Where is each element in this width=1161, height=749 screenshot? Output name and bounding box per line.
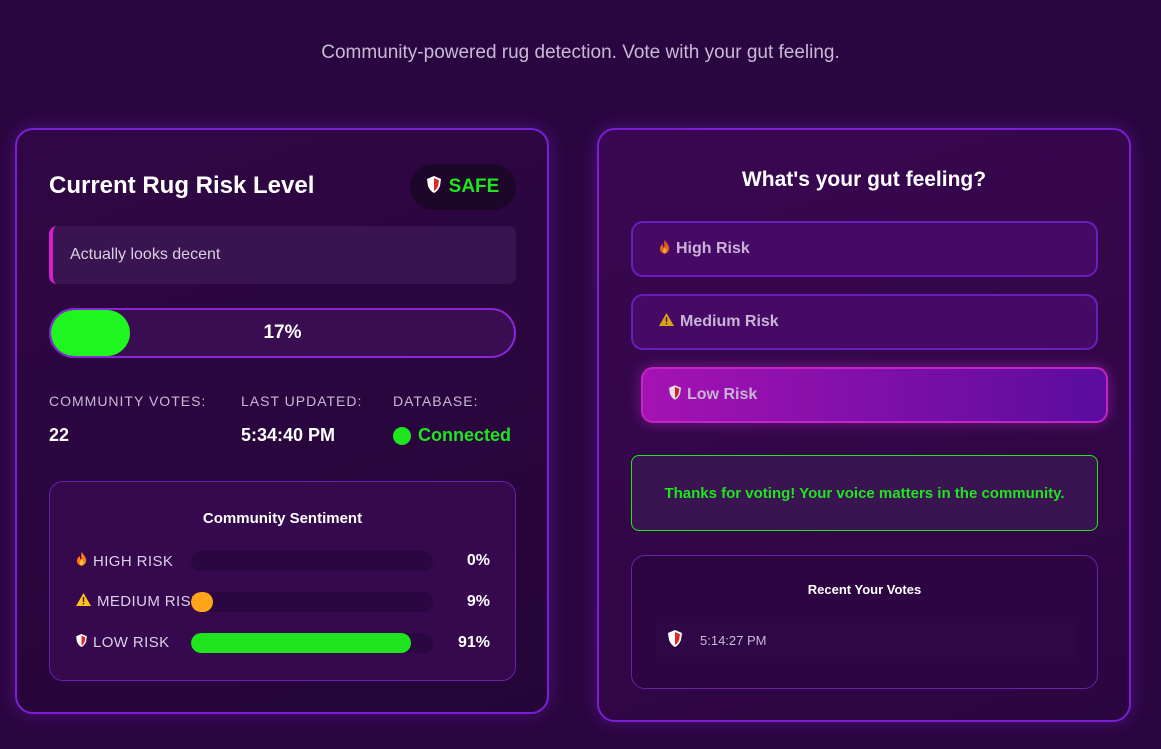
sentiment-row-high: HIGH RISK 0% xyxy=(76,550,496,572)
thanks-message: Thanks for voting! Your voice matters in… xyxy=(631,455,1098,531)
sentiment-percent: 9% xyxy=(466,593,490,610)
fire-icon xyxy=(659,239,670,259)
sentiment-fill xyxy=(191,633,412,653)
sentiment-percent: 0% xyxy=(466,552,490,569)
community-sentiment-panel: Community Sentiment HIGH RISK 0% MEDIUM … xyxy=(49,481,516,681)
vote-title: What's your gut feeling? xyxy=(741,168,987,191)
database-label: DATABASE: xyxy=(393,393,479,409)
warning-icon xyxy=(76,593,91,610)
tagline: Community-powered rug detection. Vote wi… xyxy=(321,42,840,63)
community-votes-value: 22 xyxy=(49,425,70,445)
status-badge-label: SAFE xyxy=(448,176,500,197)
fire-icon xyxy=(76,552,87,570)
database-value: Connected xyxy=(418,425,512,445)
community-votes-label: COMMUNITY VOTES: xyxy=(49,393,207,409)
status-badge: SAFE xyxy=(410,164,516,210)
shield-icon xyxy=(669,385,681,405)
sentiment-row-medium: MEDIUM RISK 9% xyxy=(76,591,496,613)
last-updated-value: 5:34:40 PM xyxy=(241,425,336,445)
sentiment-fill xyxy=(191,592,213,612)
vote-button-label: Medium Risk xyxy=(680,313,779,330)
shield-icon xyxy=(668,630,682,650)
community-votes-stat: COMMUNITY VOTES: 22 xyxy=(49,393,206,446)
recent-votes-title: Recent Your Votes xyxy=(807,582,922,597)
database-status: Connected xyxy=(393,425,511,446)
database-stat: DATABASE: Connected xyxy=(393,393,511,446)
sentiment-label: MEDIUM RISK xyxy=(97,593,202,610)
vote-low-risk-button[interactable]: Low Risk xyxy=(641,367,1108,423)
sentiment-track xyxy=(191,592,433,612)
sentiment-track xyxy=(191,633,433,653)
risk-meter-percent: 17% xyxy=(263,322,302,343)
vote-card: What's your gut feeling? High Risk Mediu… xyxy=(597,128,1131,722)
status-dot-icon xyxy=(393,426,411,445)
sentiment-label: LOW RISK xyxy=(93,634,170,651)
risk-level-title: Current Rug Risk Level xyxy=(49,172,315,199)
sentiment-row-low: LOW RISK 91% xyxy=(76,632,496,654)
recent-votes-panel: Recent Your Votes 5:14:27 PM xyxy=(631,555,1098,689)
risk-message: Actually looks decent xyxy=(49,226,516,284)
vote-button-label: Low Risk xyxy=(687,386,758,403)
recent-vote-time: 5:14:27 PM xyxy=(700,632,767,648)
sentiment-title: Community Sentiment xyxy=(202,510,363,527)
sentiment-track xyxy=(191,551,433,571)
vote-button-label: High Risk xyxy=(676,240,750,257)
risk-level-card: Current Rug Risk Level SAFE Actually loo… xyxy=(15,128,549,714)
vote-medium-risk-button[interactable]: Medium Risk xyxy=(631,294,1098,350)
last-updated-stat: LAST UPDATED: 5:34:40 PM xyxy=(241,393,362,446)
sentiment-label: HIGH RISK xyxy=(93,552,174,570)
recent-vote-item: 5:14:27 PM xyxy=(656,617,1074,663)
last-updated-label: LAST UPDATED: xyxy=(241,393,363,409)
shield-icon xyxy=(76,634,87,651)
vote-high-risk-button[interactable]: High Risk xyxy=(631,221,1098,277)
sentiment-percent: 91% xyxy=(457,634,490,651)
warning-icon xyxy=(659,313,674,331)
shield-icon xyxy=(426,175,441,199)
risk-meter: 17% xyxy=(49,308,516,358)
